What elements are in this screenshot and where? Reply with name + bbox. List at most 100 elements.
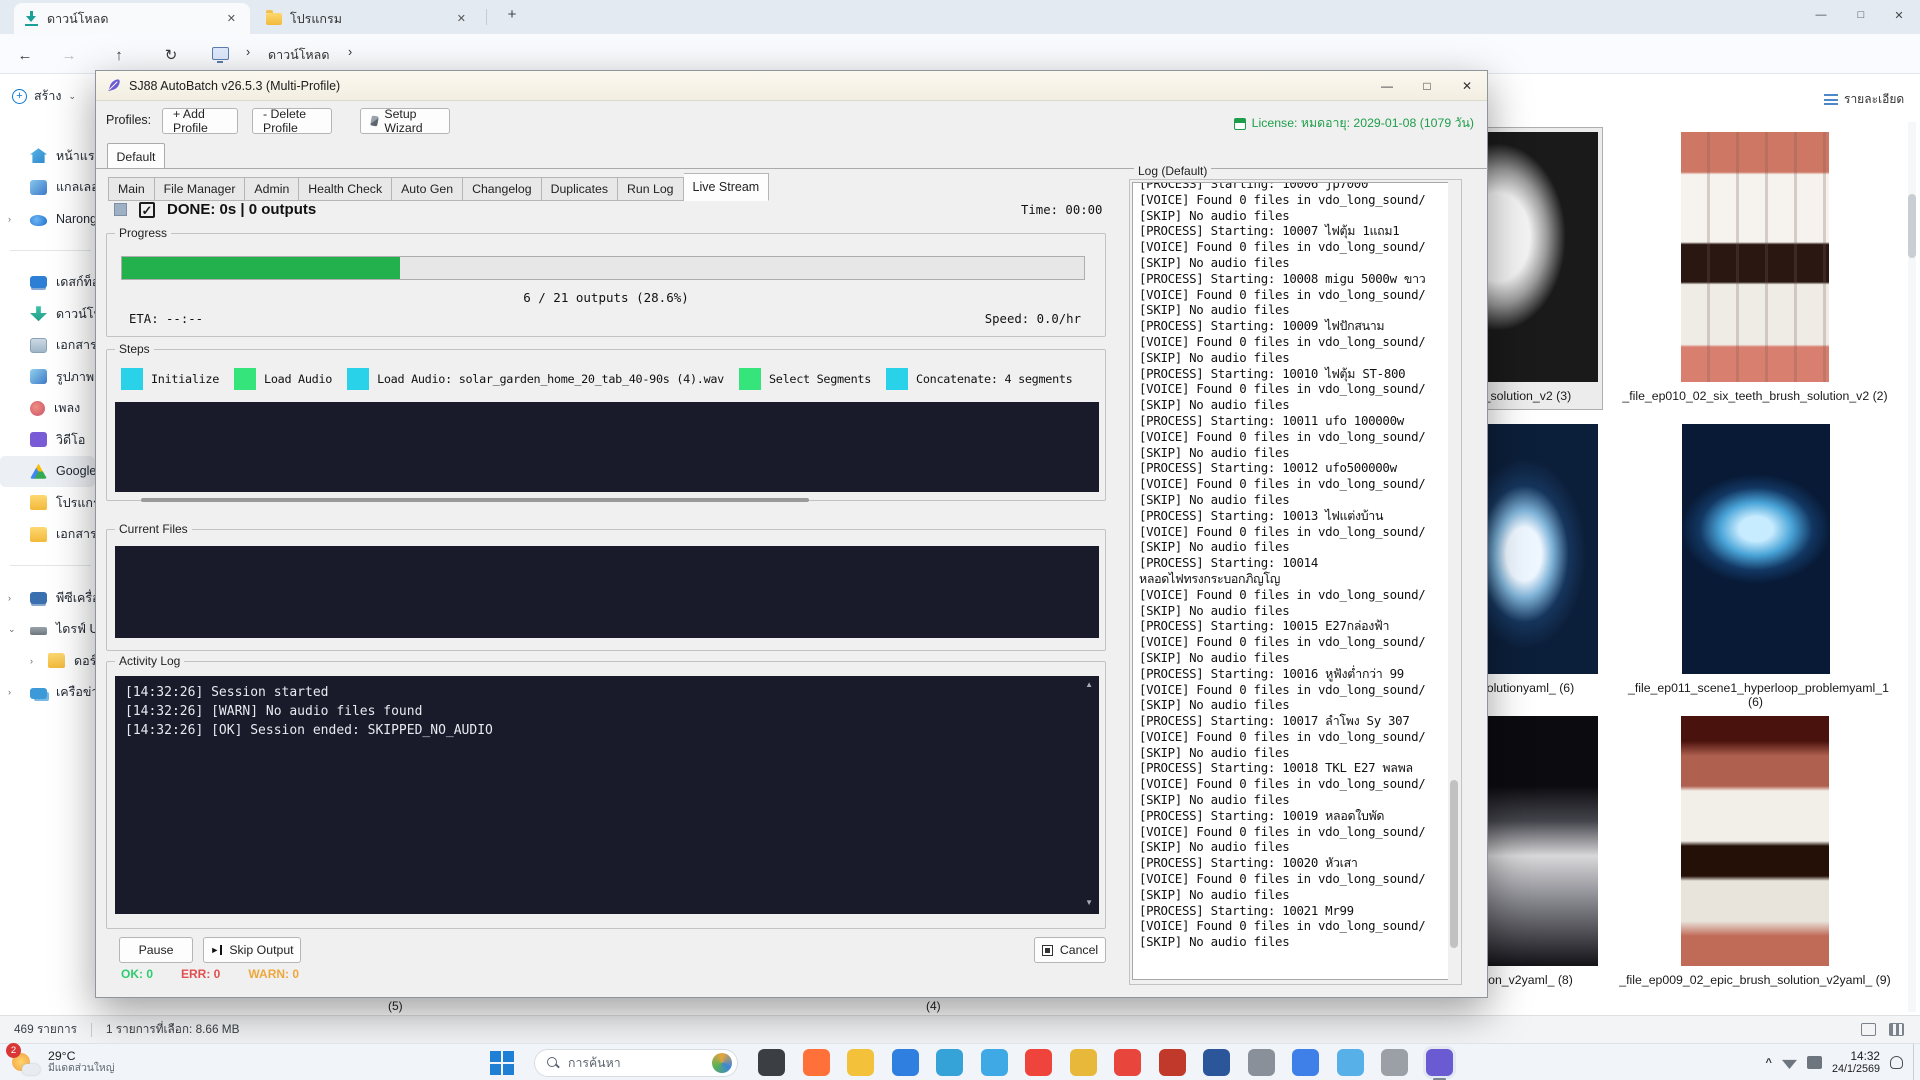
taskbar-app-icon[interactable] bbox=[892, 1049, 919, 1076]
chevron-icon[interactable]: › bbox=[8, 214, 11, 224]
refresh-button[interactable]: ↻ bbox=[158, 42, 184, 68]
file-tile[interactable]: _file_ep010_02_six_teeth_brush_solution_… bbox=[1610, 132, 1900, 403]
explorer-maximize-button[interactable]: □ bbox=[1842, 0, 1880, 30]
taskbar-app-icon[interactable] bbox=[1248, 1049, 1275, 1076]
taskbar-app-icon[interactable] bbox=[936, 1049, 963, 1076]
notification-bell-icon[interactable] bbox=[1890, 1056, 1903, 1069]
sidebar-item[interactable]: › Narong bbox=[0, 203, 95, 235]
taskbar-app-icon[interactable] bbox=[981, 1049, 1008, 1076]
view-details-button[interactable]: รายละเอียด bbox=[1824, 90, 1904, 109]
tray-overflow-icon[interactable]: ^ bbox=[1766, 1057, 1772, 1069]
autobatch-maximize-button[interactable]: □ bbox=[1407, 71, 1447, 100]
details-view-toggle[interactable] bbox=[1861, 1023, 1876, 1036]
new-tab-button[interactable]: + bbox=[500, 6, 524, 28]
file-tile[interactable]: _file_ep011_scene1_hyperloop_problemyaml… bbox=[1628, 424, 1883, 709]
section-tab[interactable]: Changelog bbox=[463, 177, 542, 201]
taskbar-app-icon[interactable] bbox=[1381, 1049, 1408, 1076]
delete-profile-button[interactable]: - Delete Profile bbox=[252, 108, 332, 134]
sidebar-item[interactable]: เดสก์ท็อป bbox=[0, 267, 95, 299]
clock-time: 14:32 bbox=[1832, 1050, 1880, 1063]
setup-wizard-button[interactable]: Setup Wizard bbox=[360, 108, 450, 134]
taskbar-app-icon[interactable] bbox=[1114, 1049, 1141, 1076]
sidebar-item[interactable]: › เครือข่าย bbox=[0, 677, 95, 709]
selection-info: 1 รายการที่เลือก: 8.66 MB bbox=[106, 1020, 240, 1039]
section-tab[interactable]: Health Check bbox=[299, 177, 392, 201]
sidebar-item[interactable]: เพลง bbox=[0, 393, 95, 425]
explorer-tab-downloads[interactable]: ดาวน์โหลด ✕ bbox=[14, 3, 250, 34]
taskbar-app-icon[interactable] bbox=[1025, 1049, 1052, 1076]
log-scrollbar[interactable] bbox=[1448, 182, 1459, 980]
sidebar-item[interactable]: รูปภาพ bbox=[0, 361, 95, 393]
sidebar-item[interactable]: Google bbox=[0, 456, 95, 488]
taskbar-app-icon[interactable] bbox=[1203, 1049, 1230, 1076]
close-tab-icon[interactable]: ✕ bbox=[223, 12, 240, 25]
sidebar-item[interactable]: เอกสาร bbox=[0, 519, 95, 551]
done-checkbox[interactable]: ✓ bbox=[139, 202, 155, 218]
scroll-down-icon[interactable]: ▼ bbox=[1085, 898, 1093, 907]
explorer-close-button[interactable]: ✕ bbox=[1880, 0, 1918, 30]
file-tile[interactable]: _file_ep009_02_epic_brush_solution_v2yam… bbox=[1610, 716, 1900, 987]
section-tab[interactable]: Live Stream bbox=[684, 173, 770, 201]
section-tab[interactable]: Run Log bbox=[618, 177, 684, 201]
scroll-up-icon[interactable]: ▲ bbox=[1085, 680, 1093, 689]
clock[interactable]: 14:32 24/1/2569 bbox=[1832, 1050, 1880, 1076]
autobatch-close-button[interactable]: ✕ bbox=[1447, 71, 1487, 100]
show-desktop-button[interactable] bbox=[1913, 1044, 1916, 1080]
sidebar-item[interactable]: วิดีโอ bbox=[0, 424, 95, 456]
taskbar-app-icon[interactable] bbox=[1292, 1049, 1319, 1076]
taskbar-app-icon[interactable] bbox=[847, 1049, 874, 1076]
sidebar-item[interactable]: ดาวน์โหลด bbox=[0, 298, 95, 330]
section-tab[interactable]: Admin bbox=[245, 177, 299, 201]
up-button[interactable]: ↑ bbox=[106, 42, 132, 68]
section-tab[interactable]: Auto Gen bbox=[392, 177, 463, 201]
activity-log-panel[interactable]: [14:32:26] Session started [14:32:26] [W… bbox=[115, 676, 1099, 914]
network-icon[interactable] bbox=[1782, 1056, 1797, 1069]
chevron-icon[interactable]: › bbox=[8, 593, 11, 603]
section-tab[interactable]: Main bbox=[108, 177, 155, 201]
taskbar-app-icon[interactable] bbox=[1337, 1049, 1364, 1076]
thumbnail-view-toggle[interactable] bbox=[1889, 1023, 1904, 1036]
taskbar-app-icon[interactable] bbox=[1426, 1049, 1453, 1076]
result-counters: OK: 0 ERR: 0 WARN: 0 bbox=[121, 967, 299, 981]
sidebar-item[interactable]: หน้าแรก bbox=[0, 140, 95, 172]
breadcrumb-downloads[interactable]: ดาวน์โหลด bbox=[268, 45, 329, 65]
taskbar-app-icon[interactable] bbox=[1159, 1049, 1186, 1076]
new-item-button[interactable]: + สร้าง ⌄ bbox=[12, 86, 76, 106]
sidebar-item[interactable]: โปรแกรม bbox=[0, 487, 95, 519]
autobatch-minimize-button[interactable]: — bbox=[1367, 71, 1407, 100]
pause-button[interactable]: Pause bbox=[119, 937, 193, 963]
steps-horizontal-scrollbar[interactable] bbox=[141, 498, 809, 502]
sidebar-item[interactable]: เอกสาร bbox=[0, 330, 95, 362]
chevron-icon[interactable]: › bbox=[8, 687, 11, 697]
profile-tab-default[interactable]: Default bbox=[107, 143, 165, 169]
section-tab[interactable]: Duplicates bbox=[542, 177, 618, 201]
chevron-icon[interactable]: › bbox=[30, 656, 33, 666]
content-scrollbar[interactable] bbox=[1908, 122, 1916, 1012]
explorer-minimize-button[interactable]: — bbox=[1802, 0, 1840, 30]
stop-indicator[interactable] bbox=[114, 203, 127, 216]
section-tab[interactable]: File Manager bbox=[155, 177, 246, 201]
taskbar-app-icon[interactable] bbox=[803, 1049, 830, 1076]
chevron-icon[interactable]: ⌄ bbox=[8, 624, 16, 635]
autobatch-title-bar[interactable]: SJ88 AutoBatch v26.5.3 (Multi-Profile) —… bbox=[96, 71, 1487, 101]
sidebar-item[interactable]: › ดอร์สตี้ bbox=[0, 645, 95, 677]
cancel-button[interactable]: Cancel bbox=[1034, 937, 1106, 963]
explorer-tab-programs[interactable]: โปรแกรม ✕ bbox=[256, 3, 480, 34]
start-button[interactable] bbox=[490, 1051, 514, 1075]
sidebar-item[interactable]: แกลเลอรี bbox=[0, 172, 95, 204]
weather-widget[interactable]: 2 29°C มีแดดส่วนใหญ่ bbox=[10, 1047, 115, 1077]
taskbar-app-icon[interactable] bbox=[1070, 1049, 1097, 1076]
scrollbar-thumb[interactable] bbox=[1908, 194, 1916, 258]
skip-output-button[interactable]: ► Skip Output bbox=[203, 937, 301, 963]
sidebar-item[interactable]: ⌄ ไดรฟ์ US bbox=[0, 614, 95, 646]
taskbar-search-input[interactable]: การค้นหา bbox=[534, 1049, 738, 1077]
close-tab-icon[interactable]: ✕ bbox=[453, 12, 470, 25]
sidebar-item[interactable]: › พีซีเครื่อง bbox=[0, 582, 95, 614]
log-output[interactable]: [PROCESS] Starting: 10006 jp7000 [VOICE]… bbox=[1132, 182, 1450, 980]
scrollbar-thumb[interactable] bbox=[1450, 780, 1458, 948]
forward-button[interactable]: → bbox=[56, 42, 82, 68]
volume-icon[interactable] bbox=[1807, 1056, 1822, 1069]
taskbar-app-icon[interactable] bbox=[758, 1049, 785, 1076]
back-button[interactable]: ← bbox=[12, 42, 38, 68]
add-profile-button[interactable]: + Add Profile bbox=[162, 108, 238, 134]
